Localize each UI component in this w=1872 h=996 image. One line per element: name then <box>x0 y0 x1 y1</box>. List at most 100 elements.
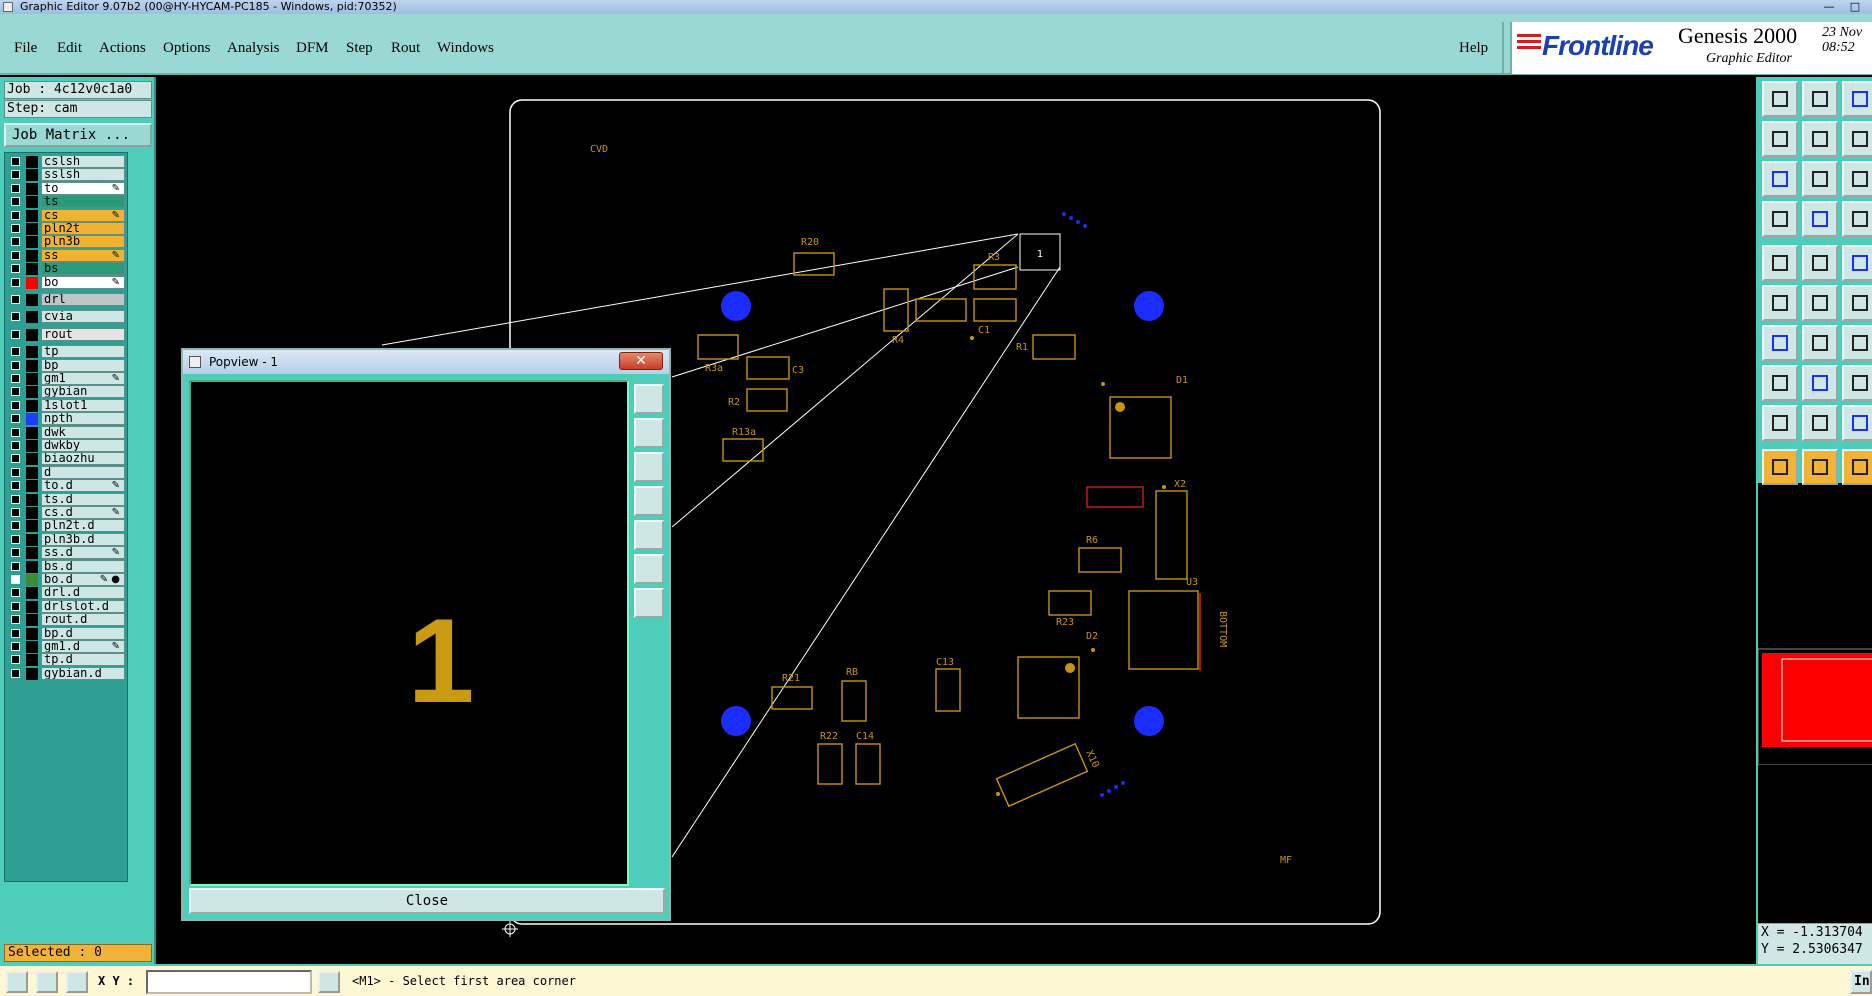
layer-name[interactable]: pln3b <box>41 235 125 249</box>
open-step-icon[interactable] <box>1762 81 1798 117</box>
layer-name[interactable]: ss.d ✎ <box>41 546 125 560</box>
layer-checkbox[interactable] <box>11 668 20 678</box>
layer-color-swatch[interactable] <box>26 520 38 533</box>
layer-name[interactable]: cs ✎ <box>41 208 125 222</box>
zoom-area-icon[interactable] <box>1802 161 1838 197</box>
layer-row[interactable]: bp.d <box>7 626 127 641</box>
layer-checkbox[interactable] <box>11 561 20 571</box>
layer-color-swatch[interactable] <box>26 507 38 519</box>
popview-zoom-icon[interactable] <box>634 384 664 414</box>
menu-step[interactable]: Step <box>346 40 373 57</box>
layer-row[interactable]: cs ✎ <box>7 208 127 223</box>
job-matrix-button[interactable]: Job Matrix ... <box>4 123 152 147</box>
layer-name[interactable]: pln2t <box>41 222 125 235</box>
layer-color-swatch[interactable] <box>26 600 38 613</box>
layer-color-swatch[interactable] <box>26 223 38 235</box>
layer-checkbox[interactable] <box>11 628 20 638</box>
layer-color-swatch[interactable] <box>26 328 38 341</box>
layer-checkbox[interactable] <box>11 277 20 287</box>
layer-name[interactable]: bs <box>41 262 125 276</box>
layer-color-swatch[interactable] <box>26 426 38 439</box>
layer-name[interactable]: cslsh <box>41 155 125 168</box>
layer-color-swatch[interactable] <box>26 294 38 306</box>
layer-color-swatch[interactable] <box>26 466 38 479</box>
layer-row[interactable]: tp.d <box>7 653 127 667</box>
layer-row[interactable]: gybian <box>7 385 127 399</box>
layer-name[interactable]: rout.d <box>41 613 125 627</box>
layer-row[interactable]: bp <box>7 358 127 373</box>
dimension-icon[interactable] <box>1842 365 1872 401</box>
popview-title-bar[interactable]: Popview - 1 ✕ <box>183 350 669 374</box>
triangle-fill-icon[interactable] <box>1842 405 1872 441</box>
grid-icon[interactable] <box>1802 201 1838 237</box>
layer-checkbox[interactable] <box>11 481 20 491</box>
layer-row[interactable]: bo.d ✎ ● <box>7 573 127 587</box>
layer-color-swatch[interactable] <box>26 263 38 276</box>
menu-edit[interactable]: Edit <box>57 40 82 57</box>
menu-rout[interactable]: Rout <box>391 40 420 57</box>
layer-checkbox[interactable] <box>11 534 20 544</box>
increment-button[interactable]: Inc <box>1850 970 1872 994</box>
line-edit-icon[interactable] <box>1842 285 1872 321</box>
layer-row[interactable]: tp <box>7 345 127 359</box>
layer-name[interactable]: npth <box>41 412 125 426</box>
popview-down-icon[interactable] <box>634 452 664 482</box>
layer-row[interactable]: bo ✎ <box>7 275 127 290</box>
menu-actions[interactable]: Actions <box>99 40 146 57</box>
layer-row[interactable]: pln2t <box>7 222 127 236</box>
layer-color-swatch[interactable] <box>26 169 38 182</box>
layer-row[interactable]: ts <box>7 195 127 209</box>
layer-name[interactable]: ts <box>41 195 125 209</box>
popview-zoom-area-icon[interactable] <box>634 588 664 618</box>
layer-name[interactable]: dwk <box>41 425 125 439</box>
scale-icon[interactable] <box>1842 161 1872 197</box>
layer-name[interactable]: ts.d <box>41 492 125 506</box>
draw-arc-icon[interactable] <box>1802 325 1838 361</box>
layer-checkbox[interactable] <box>11 170 20 180</box>
layer-row[interactable]: d <box>7 465 127 480</box>
pin-icon[interactable] <box>1762 365 1798 401</box>
layer-row[interactable]: rout.d <box>7 613 127 627</box>
layer-row[interactable]: dwk <box>7 425 127 440</box>
layer-checkbox[interactable] <box>11 387 20 397</box>
layer-name[interactable]: 1slot1 <box>41 398 125 412</box>
layer-color-swatch[interactable] <box>26 574 38 586</box>
cross-icon[interactable] <box>1802 285 1838 321</box>
layer-row[interactable]: cvia <box>7 310 127 324</box>
layer-name[interactable]: bs.d <box>41 559 125 573</box>
layer-checkbox[interactable] <box>11 157 20 166</box>
layer-color-swatch[interactable] <box>26 249 38 262</box>
layer-checkbox[interactable] <box>11 329 20 339</box>
zoom-left-icon[interactable] <box>1762 121 1798 157</box>
layer-name[interactable]: drl.d <box>41 586 125 600</box>
layer-color-swatch[interactable] <box>26 614 38 627</box>
maximize-button[interactable]: □ <box>1842 1 1868 13</box>
layer-color-swatch[interactable] <box>26 311 38 324</box>
popview-left-icon[interactable] <box>634 486 664 516</box>
layer-name[interactable]: sslsh <box>41 168 125 182</box>
layer-row[interactable]: pln3b.d <box>7 532 127 547</box>
popview-right-icon[interactable] <box>634 520 664 550</box>
settings-icon[interactable] <box>1762 201 1798 237</box>
layer-checkbox[interactable] <box>11 494 20 504</box>
layer-row[interactable]: drlslot.d <box>7 599 127 614</box>
layer-checkbox[interactable] <box>11 360 20 370</box>
layer-name[interactable]: gybian.d <box>41 666 125 680</box>
draw-mode-icon[interactable] <box>6 971 28 993</box>
layer-checkbox[interactable] <box>11 237 20 247</box>
layer-color-swatch[interactable] <box>26 182 38 195</box>
zoom-right-icon[interactable] <box>1802 121 1838 157</box>
layer-row[interactable]: biaozhu <box>7 452 127 466</box>
layer-color-swatch[interactable] <box>26 373 38 385</box>
layer-color-swatch[interactable] <box>26 627 38 640</box>
layer-checkbox[interactable] <box>11 508 20 517</box>
layer-name[interactable]: tp.d <box>41 653 125 667</box>
layer-row[interactable]: 1slot1 <box>7 398 127 413</box>
feature-icon[interactable] <box>1802 245 1838 281</box>
layer-name[interactable]: gybian <box>41 385 125 399</box>
layer-color-swatch[interactable] <box>26 399 38 412</box>
layer-checkbox[interactable] <box>11 467 20 477</box>
home-icon[interactable] <box>1842 81 1872 117</box>
line-icon[interactable] <box>1802 365 1838 401</box>
layer-name[interactable]: to ✎ <box>41 181 125 195</box>
